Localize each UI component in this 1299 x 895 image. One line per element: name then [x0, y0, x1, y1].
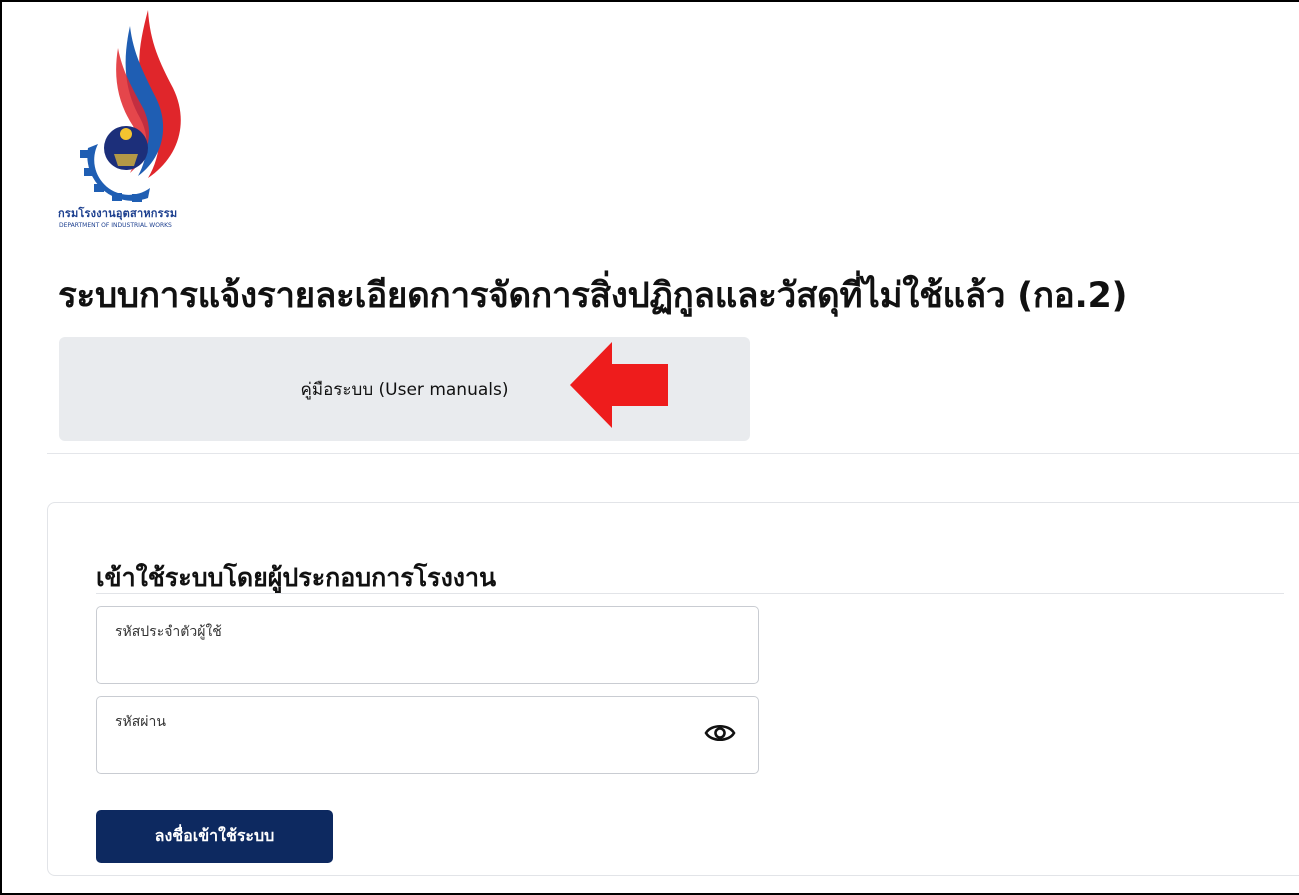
section-divider [47, 453, 1299, 454]
red-arrow-left-icon [570, 342, 668, 428]
login-title-divider [96, 593, 1284, 594]
department-emblem-icon [80, 10, 181, 202]
password-input[interactable] [113, 735, 677, 765]
eye-icon[interactable] [704, 721, 736, 745]
login-title: เข้าใช้ระบบโดยผู้ประกอบการโรงงาน [96, 563, 497, 592]
login-submit-label: ลงชื่อเข้าใช้ระบบ [154, 826, 275, 845]
password-field[interactable]: รหัสผ่าน [96, 696, 759, 774]
department-logo: กรมโรงงานอุตสาหกรรม DEPARTMENT OF INDUST… [58, 8, 228, 233]
password-label: รหัสผ่าน [115, 714, 166, 730]
username-input[interactable] [113, 645, 677, 675]
username-field[interactable]: รหัสประจำตัวผู้ใช้ [96, 606, 759, 684]
user-manual-label: คู่มือระบบ (User manuals) [300, 379, 509, 400]
logo-text-thai: กรมโรงงานอุตสาหกรรม [58, 207, 178, 220]
logo-text-english: DEPARTMENT OF INDUSTRIAL WORKS [59, 222, 172, 229]
login-submit-button[interactable]: ลงชื่อเข้าใช้ระบบ [96, 810, 333, 863]
username-label: รหัสประจำตัวผู้ใช้ [115, 624, 222, 640]
page-title: ระบบการแจ้งรายละเอียดการจัดการสิ่งปฏิกูล… [58, 276, 1128, 316]
